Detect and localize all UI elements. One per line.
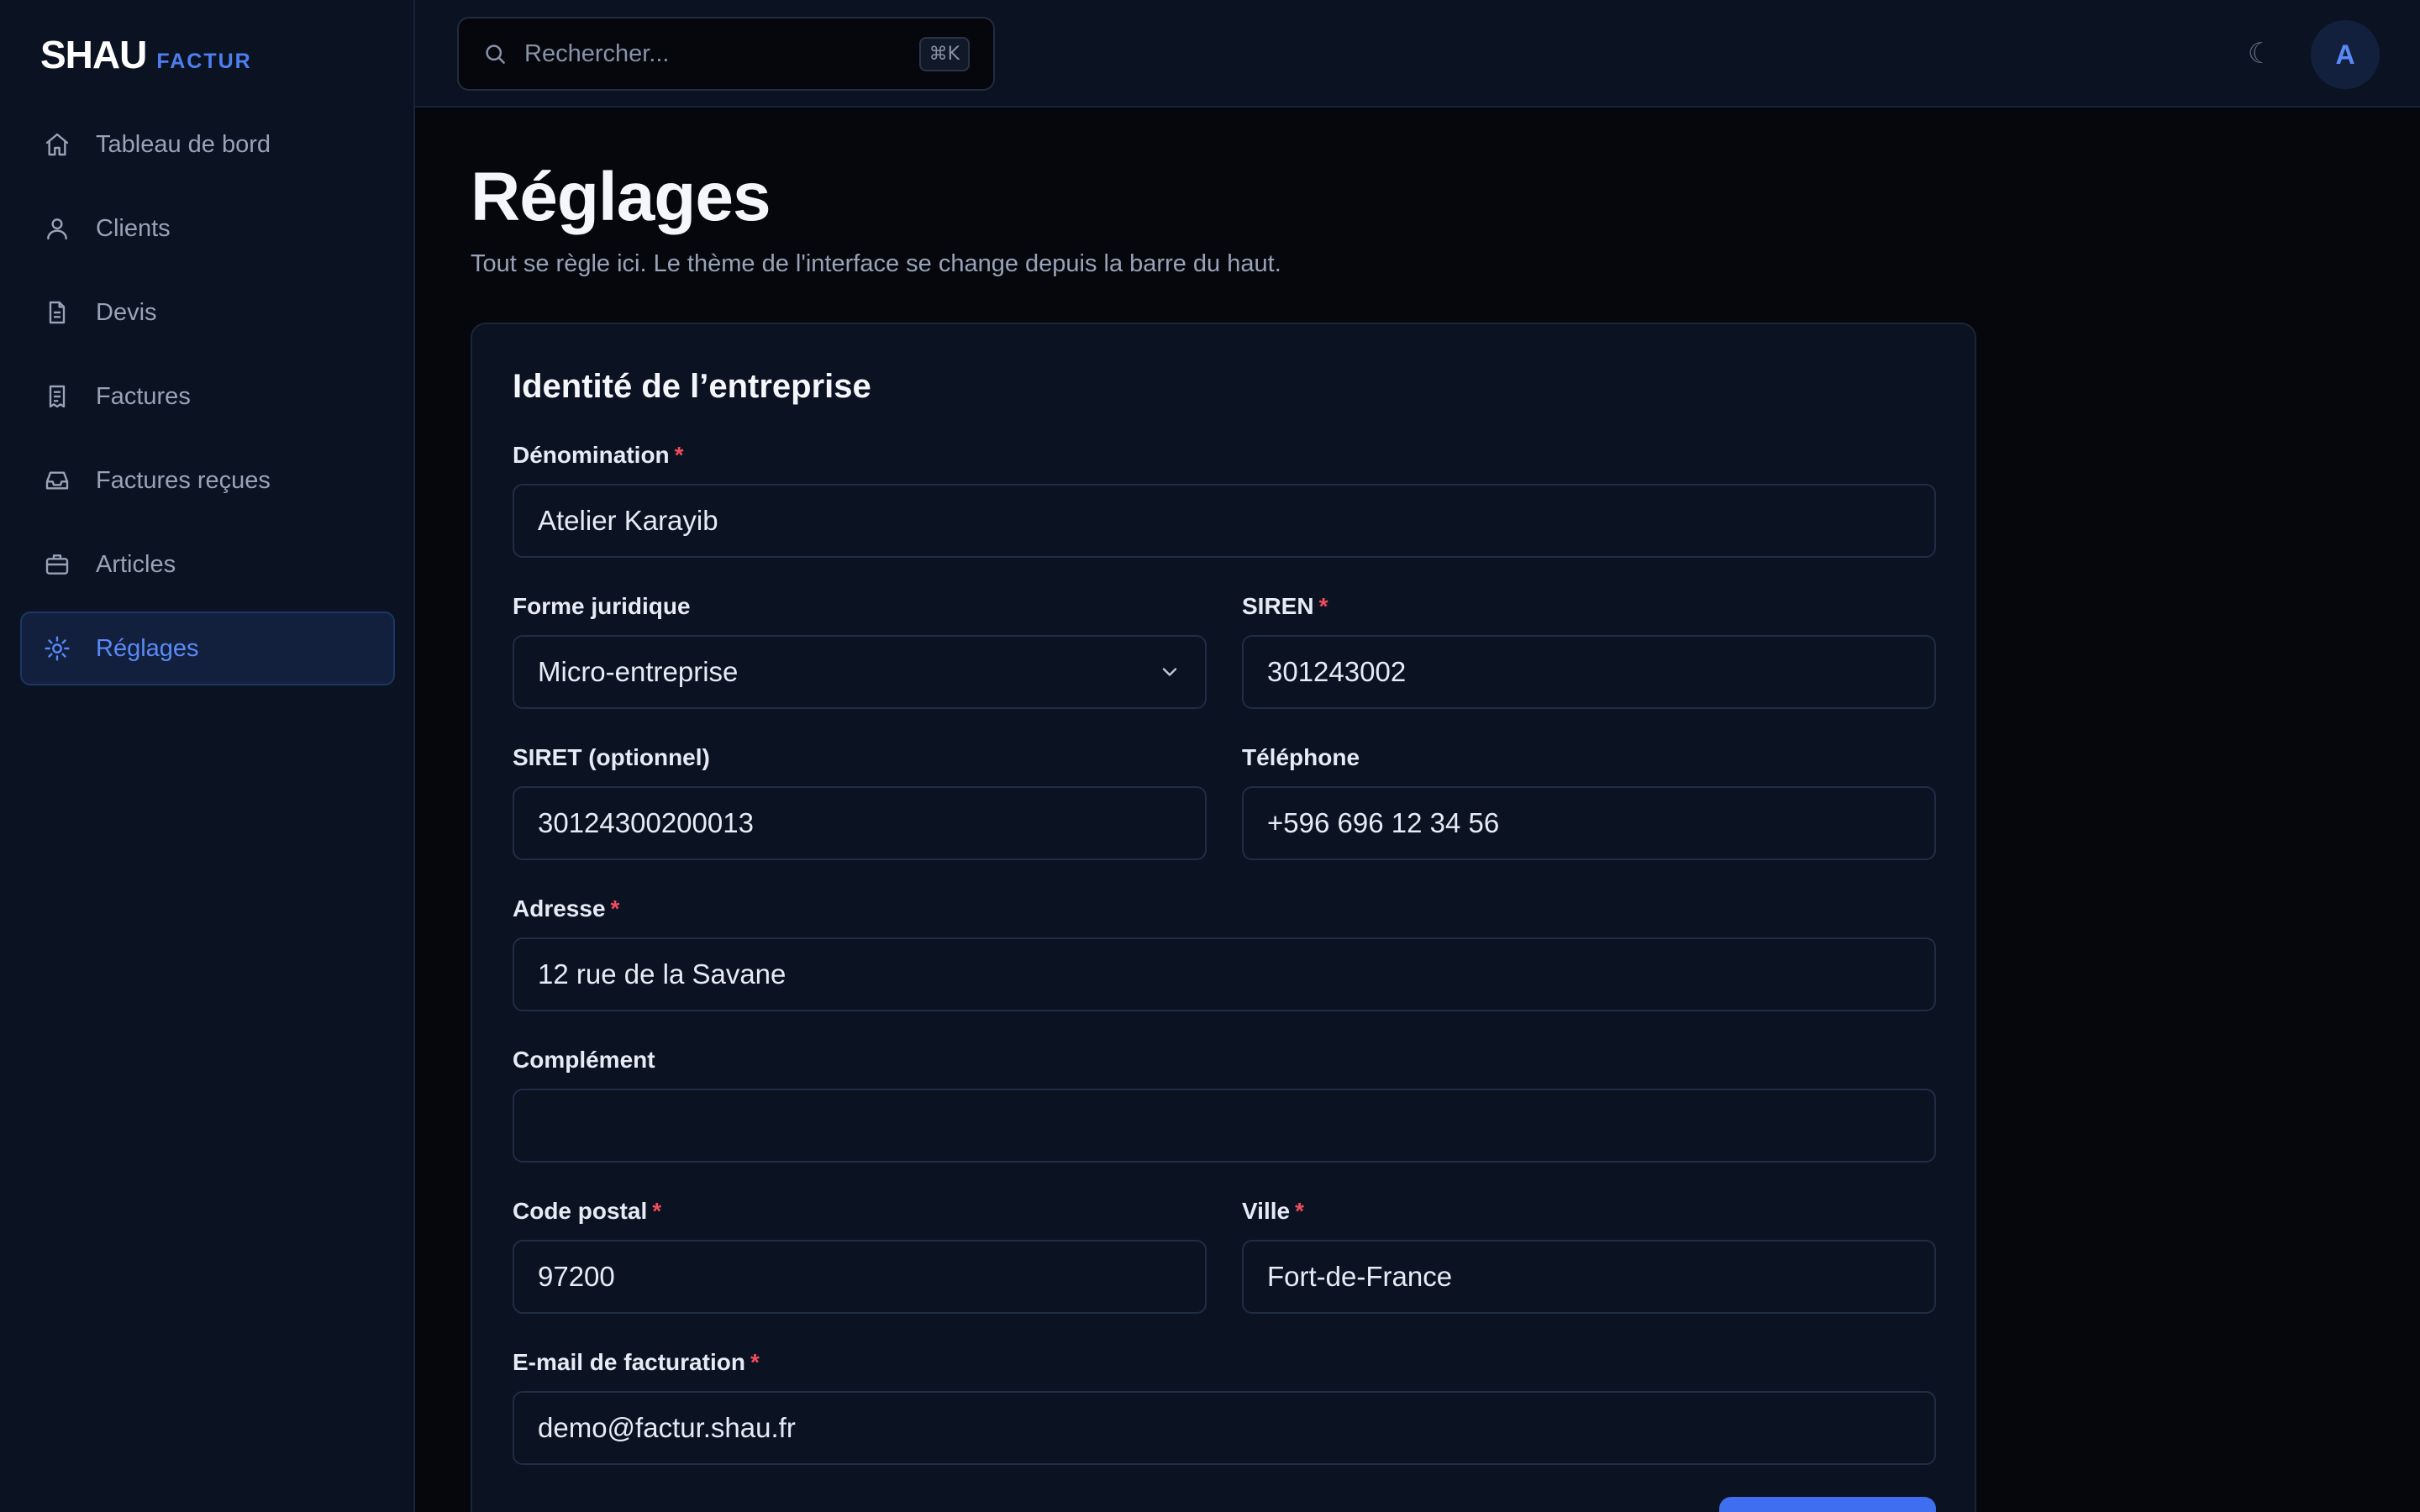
search-bar[interactable]: ⌘K xyxy=(457,17,995,91)
sidebar-item-label: Clients xyxy=(96,214,171,242)
search-icon xyxy=(486,45,505,64)
briefcase-icon xyxy=(45,554,69,575)
complement-input[interactable] xyxy=(513,1089,1936,1163)
sidebar-item-label: Articles xyxy=(96,550,176,578)
sidebar-item-devis[interactable]: Devis xyxy=(20,276,395,349)
siren-field-group: SIREN * xyxy=(1242,593,1936,709)
brand-name: SHAU xyxy=(40,33,147,76)
sidebar-item-label: Factures reçues xyxy=(96,466,271,494)
receipt-icon xyxy=(49,385,66,408)
user-icon xyxy=(47,218,67,240)
card-title: Identité de l’entreprise xyxy=(513,368,871,405)
denomination-input[interactable] xyxy=(513,484,1936,558)
denomination-field-group: Dénomination * xyxy=(513,442,1936,558)
brand-logo[interactable]: SHAU FACTUR xyxy=(40,32,252,77)
denomination-label: Dénomination * xyxy=(513,442,684,468)
adresse-input[interactable] xyxy=(513,937,1936,1011)
email-label: E-mail de facturation * xyxy=(513,1349,760,1375)
email-field-group: E-mail de facturation * xyxy=(513,1349,1936,1465)
sidebar-item-label: Réglages xyxy=(96,634,199,662)
siren-label: SIREN * xyxy=(1242,593,1328,619)
avatar[interactable]: A xyxy=(2311,20,2380,89)
ville-label: Ville * xyxy=(1242,1198,1304,1224)
save-button[interactable] xyxy=(1719,1497,1936,1512)
ville-field-group: Ville * xyxy=(1242,1198,1936,1314)
complement-field-group: Complément xyxy=(513,1047,1936,1163)
gear-icon xyxy=(45,636,70,661)
sidebar-nav: Tableau de bord Clients Devis Factures F… xyxy=(20,108,395,696)
brand-subname: FACTUR xyxy=(156,50,252,73)
ville-input[interactable] xyxy=(1242,1240,1936,1314)
forme-juridique-select[interactable]: Micro-entreprise xyxy=(513,635,1207,709)
forme-juridique-value: Micro-entreprise xyxy=(538,656,739,687)
email-field[interactable] xyxy=(513,1391,1936,1465)
app: SHAU FACTUR Tableau de bord Clients Devi… xyxy=(0,0,2420,1512)
complement-label: Complément xyxy=(513,1047,655,1073)
siret-label: SIRET (optionnel) xyxy=(513,744,710,770)
sidebar-item-articles[interactable]: Articles xyxy=(20,528,395,601)
required-mark: * xyxy=(1295,1198,1304,1224)
forme-juridique-field-group: Forme juridique Micro-entreprise xyxy=(513,593,1207,709)
adresse-field-group: Adresse * xyxy=(513,895,1936,1011)
sidebar-item-label: Factures xyxy=(96,382,191,410)
company-identity-card: Identité de l’entreprise Dénomination* F… xyxy=(471,323,1976,1512)
siren-input[interactable] xyxy=(1242,635,1936,709)
required-mark: * xyxy=(610,895,620,921)
code-postal-label: Code postal * xyxy=(513,1198,662,1224)
siret-field-group: SIRET (optionnel) xyxy=(513,744,1207,860)
page-subtitle: Tout se règle ici. Le thème de l'interfa… xyxy=(471,250,1281,277)
adresse-label: Adresse * xyxy=(513,895,620,921)
required-mark: * xyxy=(652,1198,662,1224)
search-shortcut-badge: ⌘K xyxy=(918,36,970,71)
code-postal-field-group: Code postal * xyxy=(513,1198,1207,1314)
theme-toggle-moon-icon[interactable]: ☾ xyxy=(2240,34,2281,74)
sidebar-item-factures[interactable]: Factures xyxy=(20,360,395,433)
telephone-field-group: Téléphone xyxy=(1242,744,1936,860)
siret-input[interactable] xyxy=(513,786,1207,860)
telephone-label: Téléphone xyxy=(1242,744,1360,770)
document-icon xyxy=(49,301,66,324)
search-input[interactable] xyxy=(524,39,919,68)
forme-juridique-label: Forme juridique xyxy=(513,593,691,619)
topbar: ⌘K ☾ A xyxy=(415,0,2420,108)
code-postal-input[interactable] xyxy=(513,1240,1207,1314)
required-mark: * xyxy=(750,1349,760,1375)
telephone-input[interactable] xyxy=(1242,786,1936,860)
sidebar-item-reglages[interactable]: Réglages xyxy=(20,612,395,685)
page-title: Réglages xyxy=(471,159,771,235)
home-icon xyxy=(45,133,69,156)
chevron-down-icon xyxy=(1162,668,1177,676)
sidebar-item-label: Tableau de bord xyxy=(96,130,271,158)
sidebar-item-factures-recues[interactable]: Factures reçues xyxy=(20,444,395,517)
sidebar-item-label: Devis xyxy=(96,298,157,326)
required-mark: * xyxy=(674,442,684,468)
sidebar-item-clients[interactable]: Clients xyxy=(20,192,395,265)
inbox-icon xyxy=(45,471,69,490)
sidebar-item-tableau-de-bord[interactable]: Tableau de bord xyxy=(20,108,395,181)
required-mark: * xyxy=(1318,593,1328,619)
sidebar: SHAU FACTUR Tableau de bord Clients Devi… xyxy=(0,0,415,1512)
